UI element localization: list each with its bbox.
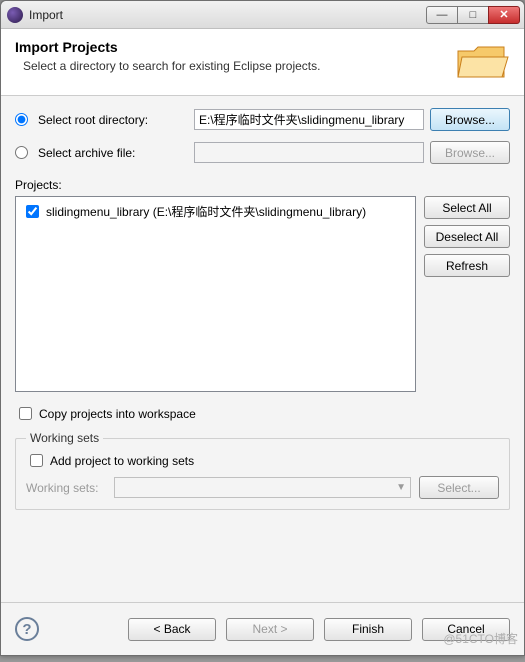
back-button[interactable]: < Back xyxy=(128,618,216,641)
working-sets-group: Working sets Add project to working sets… xyxy=(15,431,510,510)
button-bar: ? < Back Next > Finish Cancel xyxy=(1,603,524,655)
root-directory-radio[interactable] xyxy=(15,113,28,126)
projects-label: Projects: xyxy=(15,178,510,192)
eclipse-icon xyxy=(7,7,23,23)
minimize-button[interactable]: — xyxy=(426,6,458,24)
next-button[interactable]: Next > xyxy=(226,618,314,641)
select-working-sets-button[interactable]: Select... xyxy=(419,476,499,499)
projects-list[interactable]: slidingmenu_library (E:\程序临时文件夹\slidingm… xyxy=(15,196,416,392)
archive-file-radio[interactable] xyxy=(15,146,28,159)
project-label: slidingmenu_library (E:\程序临时文件夹\slidingm… xyxy=(46,203,366,220)
content-area: Select root directory: Browse... Select … xyxy=(1,96,524,603)
finish-button[interactable]: Finish xyxy=(324,618,412,641)
wizard-header: Import Projects Select a directory to se… xyxy=(1,29,524,96)
select-all-button[interactable]: Select All xyxy=(424,196,510,219)
window-title: Import xyxy=(29,8,427,22)
chevron-down-icon: ▼ xyxy=(396,482,406,493)
working-sets-combo[interactable]: ▼ xyxy=(114,477,411,498)
titlebar[interactable]: Import — □ ✕ xyxy=(1,1,524,29)
browse-root-button[interactable]: Browse... xyxy=(430,108,510,131)
deselect-all-button[interactable]: Deselect All xyxy=(424,225,510,248)
root-directory-label: Select root directory: xyxy=(38,113,188,127)
copy-projects-label: Copy projects into workspace xyxy=(39,407,196,421)
refresh-button[interactable]: Refresh xyxy=(424,254,510,277)
maximize-button[interactable]: □ xyxy=(457,6,489,24)
help-icon[interactable]: ? xyxy=(15,617,39,641)
copy-projects-checkbox[interactable] xyxy=(19,407,32,420)
page-title: Import Projects xyxy=(15,39,454,55)
browse-archive-button[interactable]: Browse... xyxy=(430,141,510,164)
working-sets-combo-label: Working sets: xyxy=(26,481,106,495)
root-directory-input[interactable] xyxy=(194,109,424,130)
working-sets-legend: Working sets xyxy=(26,431,103,445)
close-button[interactable]: ✕ xyxy=(488,6,520,24)
cancel-button[interactable]: Cancel xyxy=(422,618,510,641)
list-item[interactable]: slidingmenu_library (E:\程序临时文件夹\slidingm… xyxy=(20,201,411,222)
project-checkbox[interactable] xyxy=(26,205,39,218)
folder-icon xyxy=(454,39,510,83)
archive-file-label: Select archive file: xyxy=(38,146,188,160)
import-dialog: Import — □ ✕ Import Projects Select a di… xyxy=(0,0,525,656)
page-subtitle: Select a directory to search for existin… xyxy=(23,59,454,73)
archive-file-input[interactable] xyxy=(194,142,424,163)
add-working-sets-label: Add project to working sets xyxy=(50,454,194,468)
add-working-sets-checkbox[interactable] xyxy=(30,454,43,467)
